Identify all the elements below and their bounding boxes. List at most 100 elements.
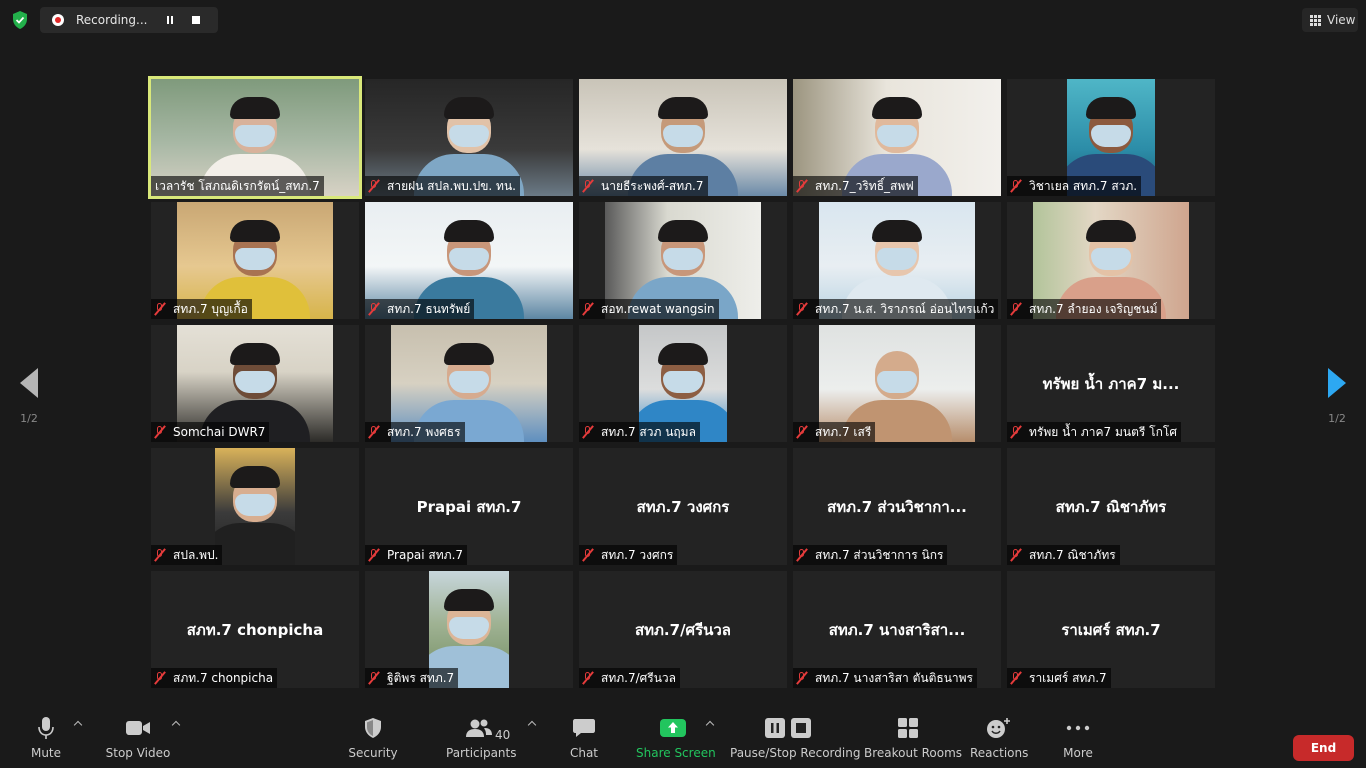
video-options-chevron-up-icon[interactable]	[172, 720, 180, 728]
participant-tile[interactable]: สปล.พป.	[151, 448, 359, 565]
participant-tile[interactable]: สทภ.7 วงศกร สทภ.7 วงศกร	[579, 448, 787, 565]
participant-display-name: ราเมศร์ สทภ.7	[1061, 620, 1161, 639]
participant-name: สทภ.7 พงศธร	[387, 424, 461, 439]
share-screen-button[interactable]: Share Screen	[636, 710, 716, 760]
participant-name-tag: ราเมศร์ สทภ.7	[1007, 668, 1111, 688]
breakout-rooms-grid-icon	[864, 710, 952, 746]
pause-recording-icon[interactable]	[160, 10, 180, 30]
breakout-rooms-button[interactable]: Breakout Rooms	[864, 710, 962, 760]
participant-display-name: สทภ.7 ณิชาภัทร	[1055, 497, 1167, 516]
participant-tile[interactable]: สทภ.7_วริทธิ์_สพฟ	[793, 79, 1001, 196]
participant-name: Prapai สทภ.7	[387, 547, 464, 562]
participant-tile[interactable]: ราเมศร์ สทภ.7 ราเมศร์ สทภ.7	[1007, 571, 1215, 688]
arrow-left-icon	[20, 368, 38, 398]
previous-page-button[interactable]: 1/2	[14, 368, 44, 425]
security-shield-icon[interactable]	[10, 10, 30, 30]
participant-name: สอท.rewat wangsin	[601, 301, 715, 316]
share-options-chevron-up-icon[interactable]	[706, 720, 714, 728]
participant-tile[interactable]: วิชาเยล สทภ.7 สวภ.	[1007, 79, 1215, 196]
participant-name: ฐิติพร สทภ.7	[387, 670, 455, 685]
participant-tile[interactable]: Somchai DWR7	[151, 325, 359, 442]
participant-tile[interactable]: สทภ.7 น.ส. วิราภรณ์ อ่อนไทรแก้ว	[793, 202, 1001, 319]
more-button[interactable]: More	[1056, 710, 1100, 760]
participant-tile[interactable]: สทภ.7 ลำยอง เจริญชนม์	[1007, 202, 1215, 319]
chat-button[interactable]: Chat	[564, 710, 604, 760]
participant-display-name: สทภ.7/ศรีนวล	[635, 620, 731, 639]
participant-name: สทภ.7 ณิชาภัทร	[1029, 547, 1116, 562]
microphone-muted-icon	[367, 179, 381, 193]
participant-tile[interactable]: ทรัพย น้ำ ภาค7 ม... ทรัพย น้ำ ภาค7 มนตรี …	[1007, 325, 1215, 442]
participant-name-tag: สทภ.7 เสรี	[793, 422, 876, 442]
stop-video-label: Stop Video	[105, 746, 171, 760]
participant-name-tag: สทภ.7 ส่วนวิชาการ นิกร	[793, 545, 948, 565]
participant-tile[interactable]: สทภ.7 พงศธร	[365, 325, 573, 442]
participant-name: สปล.พป.	[173, 547, 219, 562]
participant-display-name: สภท.7 chonpicha	[186, 620, 324, 639]
gallery-video-grid: เวลารัช โสภณดิเรกรัตน์_สทภ.7 สายฝน สปล.พบ…	[148, 76, 1215, 688]
participant-name: สทภ.7/ศรีนวล	[601, 670, 676, 685]
participant-tile[interactable]: สทภ.7 ณิชาภัทร สทภ.7 ณิชาภัทร	[1007, 448, 1215, 565]
recording-dot-icon	[52, 14, 64, 26]
grid-view-icon	[1310, 14, 1321, 26]
security-button[interactable]: Security	[346, 710, 400, 760]
chat-label: Chat	[569, 746, 599, 760]
participant-video	[215, 448, 295, 565]
participant-name: สายฝน สปล.พบ.ปข. ทน.	[387, 178, 516, 193]
participants-options-chevron-up-icon[interactable]	[528, 720, 536, 728]
participant-name: สทภ.7 เสรี	[815, 424, 872, 439]
microphone-muted-icon	[795, 671, 809, 685]
microphone-muted-icon	[581, 548, 595, 562]
participant-name: วิชาเยล สทภ.7 สวภ.	[1029, 178, 1138, 193]
participant-name-tag: สทภ.7 พงศธร	[365, 422, 465, 442]
participant-name: สทภ.7 ลำยอง เจริญชนม์	[1029, 301, 1158, 316]
participant-tile[interactable]: สทภ.7 บุญเกื้อ	[151, 202, 359, 319]
participant-tile[interactable]: สทภ.7 เสรี	[793, 325, 1001, 442]
participant-tile[interactable]: สทภ.7 สวภ นฤมล	[579, 325, 787, 442]
participant-tile[interactable]: นายธีระพงศ์-สทภ.7	[579, 79, 787, 196]
audio-options-chevron-up-icon[interactable]	[74, 720, 82, 728]
participant-tile[interactable]: เวลารัช โสภณดิเรกรัตน์_สทภ.7	[148, 76, 362, 199]
microphone-muted-icon	[795, 548, 809, 562]
stop-recording-icon[interactable]	[186, 10, 206, 30]
smiley-plus-icon	[970, 710, 1028, 746]
mute-label: Mute	[30, 746, 62, 760]
participant-display-name: ทรัพย น้ำ ภาค7 ม...	[1042, 374, 1180, 393]
participant-name-tag: สทภ.7 น.ส. วิราภรณ์ อ่อนไทรแก้ว	[793, 299, 999, 319]
participant-tile[interactable]: สทภ.7 ส่วนวิชากา... สทภ.7 ส่วนวิชาการ นิก…	[793, 448, 1001, 565]
participant-name: สทภ.7 บุญเกื้อ	[173, 301, 248, 316]
participant-tile[interactable]: สอท.rewat wangsin	[579, 202, 787, 319]
participant-name-tag: สปล.พป.	[151, 545, 223, 565]
participant-name: สภท.7 chonpicha	[173, 670, 274, 685]
participant-tile[interactable]: Prapai สทภ.7 Prapai สทภ.7	[365, 448, 573, 565]
participant-name-tag: สทภ.7 บุญเกื้อ	[151, 299, 252, 319]
next-page-button[interactable]: 1/2	[1322, 368, 1352, 425]
participant-name-tag: สทภ.7/ศรีนวล	[579, 668, 680, 688]
video-camera-icon	[104, 710, 172, 746]
participant-tile[interactable]: สทภ.7/ศรีนวล สทภ.7/ศรีนวล	[579, 571, 787, 688]
microphone-muted-icon	[1009, 671, 1023, 685]
participant-name: สทภ.7 นางสาริสา ตันติธนาพร	[815, 670, 974, 685]
security-label: Security	[348, 746, 398, 760]
participant-tile[interactable]: สทภ.7 นางสาริสา... สทภ.7 นางสาริสา ตันติธ…	[793, 571, 1001, 688]
participant-name-tag: Prapai สทภ.7	[365, 545, 468, 565]
end-meeting-button[interactable]: End	[1293, 735, 1354, 761]
pause-stop-recording-label: Pause/Stop Recording	[730, 746, 861, 760]
page-indicator-right: 1/2	[1328, 412, 1346, 425]
view-button[interactable]: View	[1302, 8, 1358, 32]
participant-tile[interactable]: สายฝน สปล.พบ.ปข. ทน.	[365, 79, 573, 196]
participant-name-tag: สทภ.7 ณิชาภัทร	[1007, 545, 1120, 565]
pause-stop-recording-button[interactable]: Pause/Stop Recording	[730, 710, 861, 760]
mute-button[interactable]: Mute	[26, 710, 66, 760]
stop-video-button[interactable]: Stop Video	[104, 710, 172, 760]
participant-name: Somchai DWR7	[173, 425, 266, 439]
more-label: More	[1063, 746, 1093, 760]
participant-tile[interactable]: สภท.7 chonpicha สภท.7 chonpicha	[151, 571, 359, 688]
participant-name-tag: นายธีระพงศ์-สทภ.7	[579, 176, 708, 196]
participant-tile[interactable]: ฐิติพร สทภ.7	[365, 571, 573, 688]
participant-tile[interactable]: สทภ.7 ธนทรัพย์	[365, 202, 573, 319]
share-screen-arrow-icon	[636, 710, 710, 746]
reactions-button[interactable]: Reactions	[970, 710, 1028, 760]
microphone-muted-icon	[581, 425, 595, 439]
participant-display-name: สทภ.7 ส่วนวิชากา...	[827, 497, 967, 516]
shield-icon	[346, 710, 400, 746]
